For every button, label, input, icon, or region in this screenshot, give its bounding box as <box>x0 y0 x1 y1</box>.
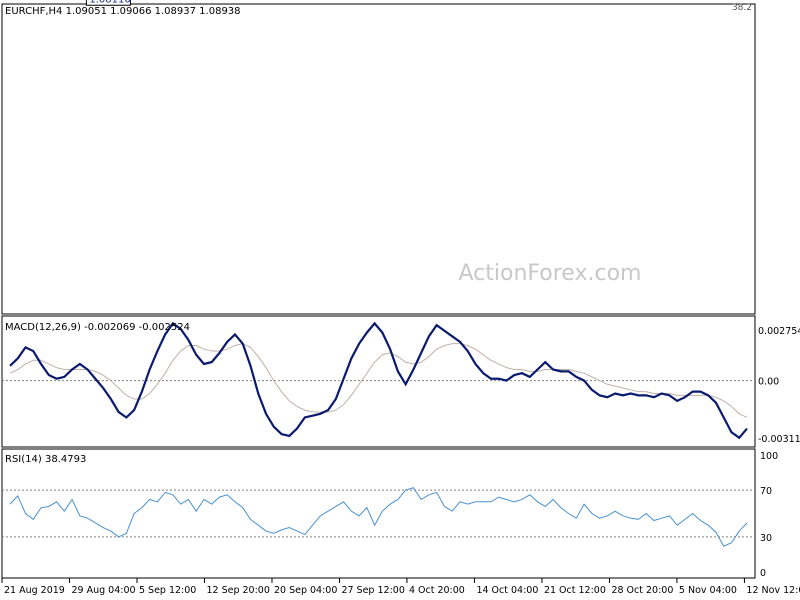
panel-frame <box>1 3 756 315</box>
chart-canvas: ActionForex.com EURCHF,H4 1.09051 1.09066… <box>1 0 800 596</box>
x-tick-label: 29 Aug 04:00 <box>71 585 135 596</box>
panel-frame <box>1 448 756 579</box>
rsi-title: RSI(14) 38.4793 <box>5 454 86 465</box>
x-tick-label: 5 Nov 04:00 <box>679 585 737 596</box>
rsi-tick-label: 100 <box>760 451 778 462</box>
rsi-tick-label: 30 <box>760 533 772 544</box>
rsi-tick-label: 0 <box>760 568 766 579</box>
price-title: EURCHF,H4 1.09051 1.09066 1.08937 1.0893… <box>5 6 241 17</box>
x-tick-label: 27 Sep 12:00 <box>341 585 404 596</box>
macd-tick-label: 0.002754 <box>758 326 800 337</box>
x-tick-label: 14 Oct 04:00 <box>476 585 538 596</box>
x-tick-label: 12 Nov 12:00 <box>746 585 800 596</box>
x-tick-label: 21 Aug 2019 <box>4 585 65 596</box>
corner-label: 38.2 <box>732 3 752 13</box>
annotation-label: 1.08110 <box>89 0 130 5</box>
x-tick-label: 5 Sep 12:00 <box>139 585 196 596</box>
x-tick-label: 21 Oct 12:00 <box>544 585 606 596</box>
watermark: ActionForex.com <box>459 261 642 286</box>
x-tick-label: 12 Sep 20:00 <box>206 585 269 596</box>
x-tick-label: 4 Oct 20:00 <box>409 585 465 596</box>
rsi-tick-label: 70 <box>760 486 772 497</box>
panel-frame <box>1 315 756 448</box>
x-tick-label: 20 Sep 04:00 <box>274 585 337 596</box>
x-tick-label: 28 Oct 20:00 <box>611 585 673 596</box>
macd-tick-label: 0.00 <box>758 377 779 388</box>
macd-tick-label: -0.003119 <box>758 434 800 445</box>
macd-title: MACD(12,26,9) -0.002069 -0.002524 <box>5 322 190 333</box>
